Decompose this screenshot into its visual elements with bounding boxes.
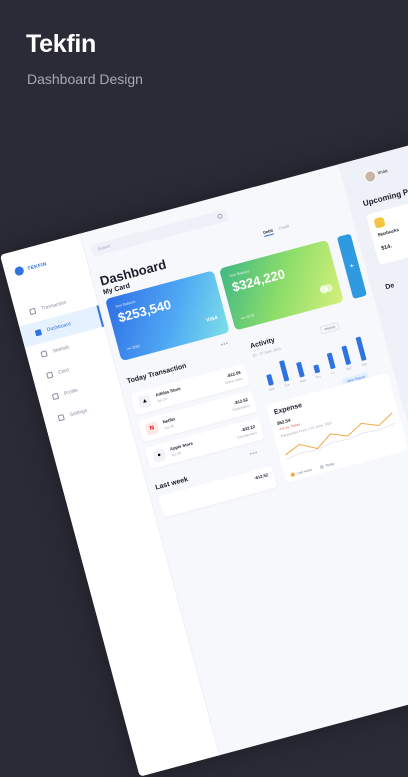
activity-bar (355, 336, 367, 361)
sidebar-item-label: Dashboard (46, 321, 72, 334)
tx-name: Netflix (162, 416, 176, 425)
sidebar-item-label: Transaction (40, 299, 68, 313)
transaction-icon (29, 307, 37, 316)
activity-tick-label: Thu (314, 374, 321, 380)
activity-tick-label: Wed (299, 378, 307, 384)
visa-logo: VISA (205, 314, 219, 324)
card-number: •••• 5678 (240, 313, 255, 321)
sidebar-item-label: Card (57, 367, 70, 376)
sidebar-item-label: Profile (63, 387, 79, 398)
user-name: Imaa (376, 167, 388, 176)
more-icon[interactable]: ••• (250, 450, 259, 458)
activity-bar (313, 364, 321, 374)
period-select[interactable]: Weekly (319, 321, 341, 335)
sidebar-item-label: Settings (69, 407, 89, 419)
search-icon (216, 213, 224, 220)
transaction-list: ▲ Adidas Store Jun 25 -$12.59 Online Sto… (130, 363, 266, 475)
upcoming-payment-heading: Upcoming Payment (361, 180, 408, 209)
app-logo[interactable]: TEKFIN (13, 259, 48, 277)
upcoming-payment-card[interactable]: Starbucks $14. (366, 199, 408, 266)
poster-title: Tekfin (26, 30, 96, 58)
netflix-logo-icon: N (144, 421, 160, 436)
legend-today: Today (319, 462, 335, 470)
legend-last-week: Last week (290, 468, 312, 478)
dashboard-mockup: TEKFIN Transaction Dashboard Statistic C… (0, 130, 408, 777)
apple-logo-icon: ● (151, 448, 167, 463)
right-section-heading: De (384, 282, 396, 292)
tx-amount: -$12.52 (253, 472, 269, 481)
activity-bar (341, 345, 352, 366)
activity-tick-label: Sat (345, 366, 352, 372)
payment-name: Starbucks (377, 227, 400, 238)
tx-name: Apple Store (169, 440, 194, 452)
card-number: •••• 3562 (126, 343, 141, 352)
poster-subtitle: Dashboard Design (27, 71, 143, 87)
sidebar-item-label: Statistic (52, 344, 71, 355)
tab-debit[interactable]: Debit (262, 227, 274, 237)
activity-tick-label: Fri (330, 370, 335, 376)
tx-date: Jun 25 (163, 423, 175, 431)
tab-credit[interactable]: Credit (278, 223, 290, 233)
dashboard-icon (34, 329, 43, 337)
adidas-logo-icon: ▲ (137, 394, 153, 409)
statistic-icon (40, 350, 48, 358)
activity-tick-label: Mon (268, 386, 276, 392)
activity-bar (296, 362, 305, 378)
activity-tick-label: Sun (361, 361, 368, 368)
tx-name: Adidas Store (154, 385, 182, 398)
card-icon (46, 371, 54, 379)
card-mastercard[interactable]: Your Balance $324,220 •••• 5678 (219, 239, 344, 331)
expense-series-line (285, 412, 393, 456)
avatar[interactable] (362, 169, 378, 184)
expense-title: Expense (273, 402, 303, 417)
settings-icon (57, 414, 65, 422)
card-type-tabs: Debit Credit (262, 223, 291, 237)
activity-tick-label: Tue (284, 382, 290, 388)
tx-category: Entertainment (237, 430, 258, 440)
logo-text: TEKFIN (26, 260, 48, 272)
list-item[interactable]: -$12.52 (157, 465, 278, 518)
dashboard-window: TEKFIN Transaction Dashboard Statistic C… (0, 130, 408, 777)
activity-bar (266, 374, 274, 386)
search-placeholder: Search (97, 243, 111, 252)
search-input[interactable]: Search (90, 208, 229, 257)
tx-date: Jun 25 (156, 396, 167, 404)
expense-card: Expense $52.54 -1% vs. Today Transaction… (265, 372, 408, 483)
starbucks-logo-icon (373, 216, 386, 229)
expense-line-chart (285, 412, 396, 460)
logo-icon (13, 265, 25, 277)
activity-bar (326, 352, 336, 370)
activity-bar (278, 359, 290, 382)
profile-icon (51, 392, 60, 401)
mastercard-icon (319, 283, 334, 295)
page-title: Dashboard (98, 256, 168, 289)
payment-price: $14. (380, 243, 393, 252)
more-icon[interactable]: ••• (220, 341, 229, 349)
tx-date: Jun 25 (171, 450, 182, 458)
